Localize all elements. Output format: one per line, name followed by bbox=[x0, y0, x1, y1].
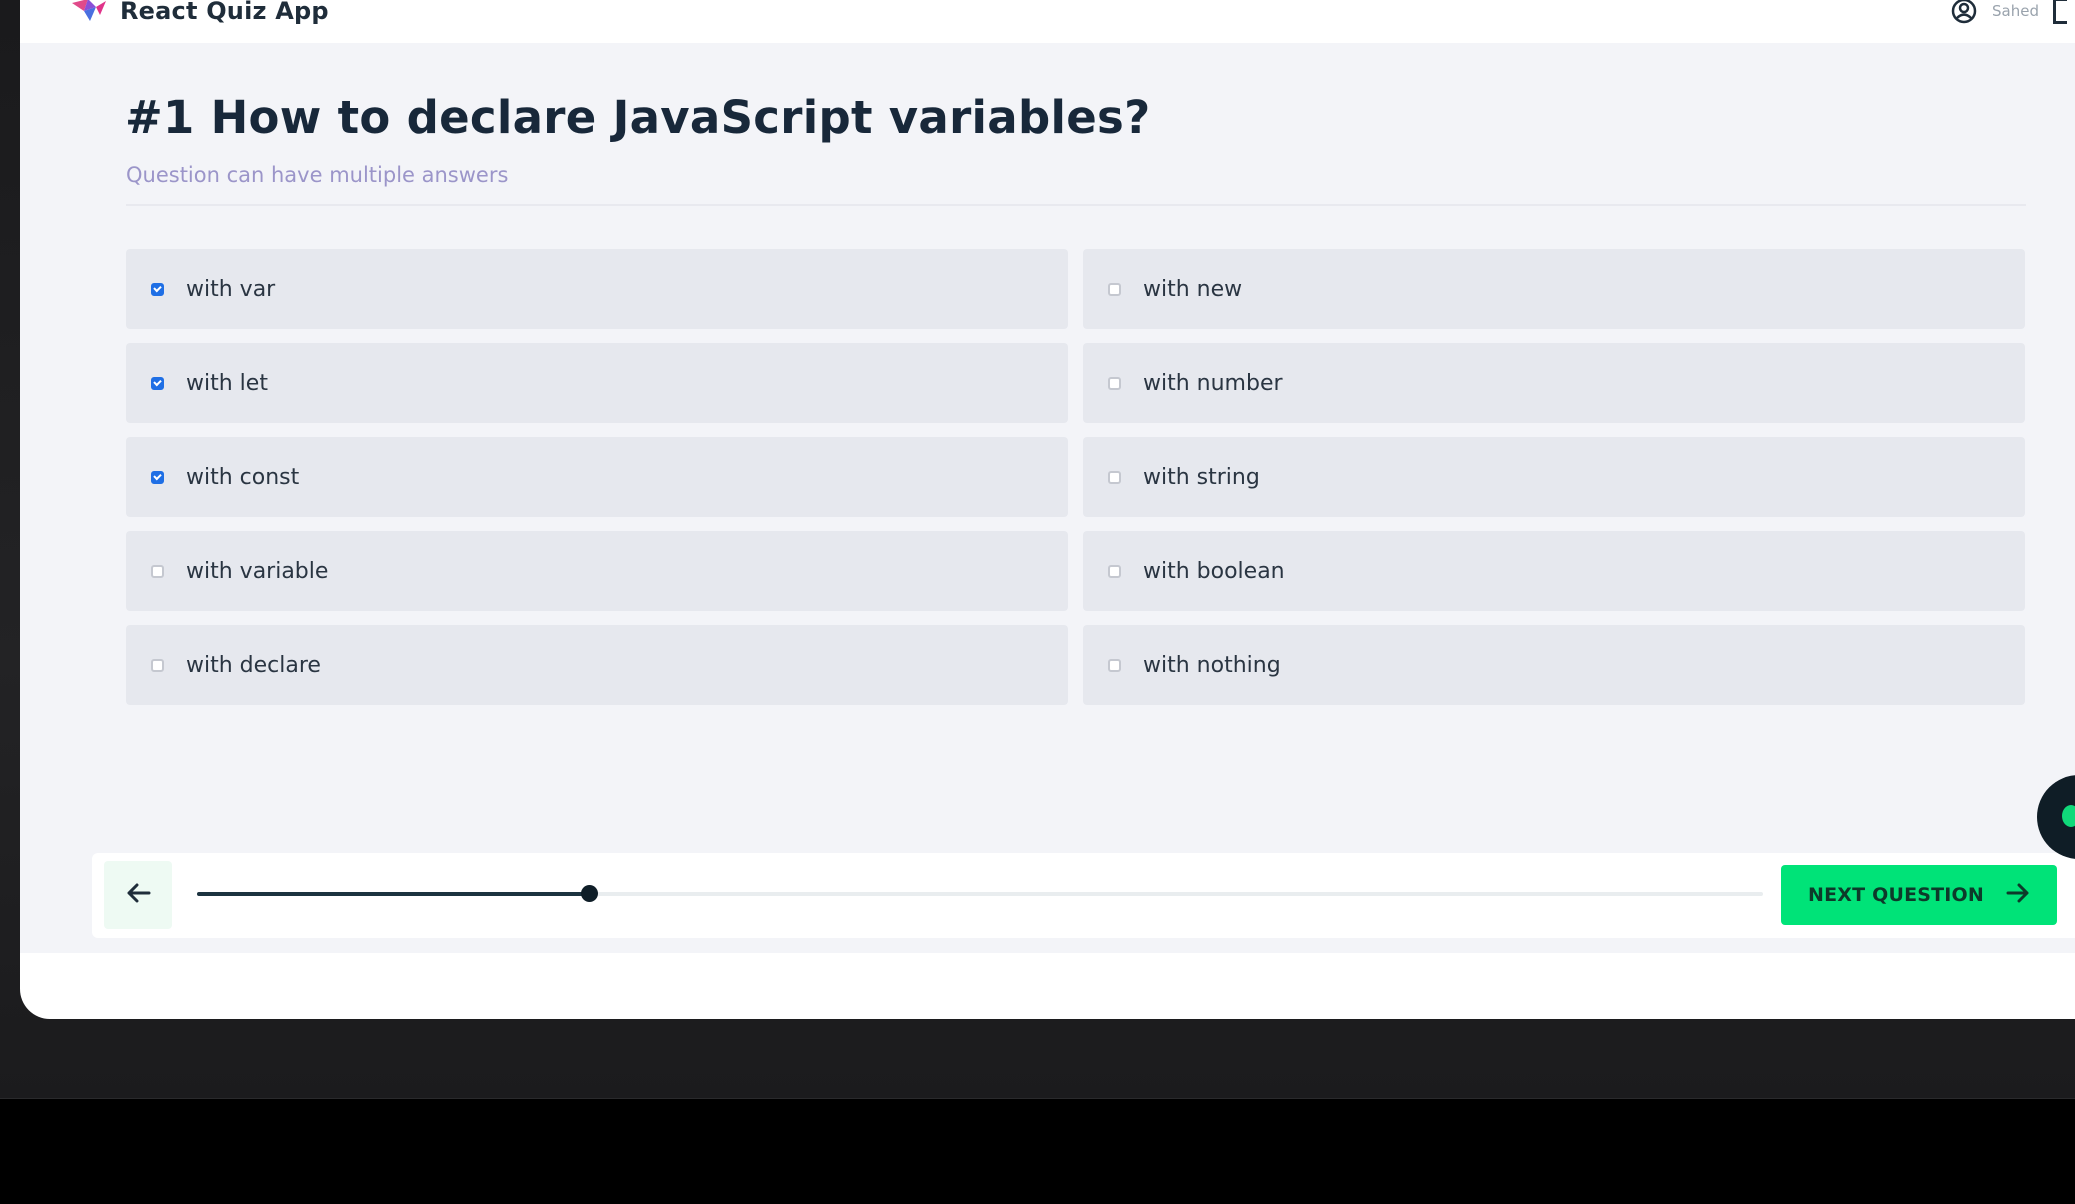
answer-checkbox[interactable] bbox=[151, 564, 164, 578]
answer-option[interactable]: with declare bbox=[126, 625, 1068, 705]
answers-grid: with var with new with let with number w… bbox=[126, 249, 2028, 705]
quiz-logo-icon bbox=[70, 0, 110, 23]
answer-label: with const bbox=[186, 464, 300, 490]
answer-checkbox[interactable] bbox=[151, 658, 164, 672]
app-title: React Quiz App bbox=[120, 0, 329, 25]
quiz-content: #1 How to declare JavaScript variables? … bbox=[20, 43, 2075, 953]
answer-checkbox[interactable] bbox=[1108, 376, 1121, 390]
quiz-footer: NEXT QUESTION bbox=[92, 853, 2075, 938]
answer-option[interactable]: with let bbox=[126, 343, 1068, 423]
progress-handle[interactable] bbox=[580, 885, 598, 902]
progress-fill bbox=[197, 892, 589, 896]
back-button[interactable] bbox=[104, 861, 172, 929]
answer-option[interactable]: with const bbox=[126, 437, 1068, 517]
answer-checkbox[interactable] bbox=[151, 282, 164, 296]
answer-checkbox[interactable] bbox=[151, 376, 164, 390]
screen-bottom-bar bbox=[0, 1098, 2075, 1204]
answer-label: with declare bbox=[186, 652, 321, 678]
answer-label: with number bbox=[1143, 370, 1283, 396]
progress-bar bbox=[197, 885, 1763, 902]
answer-label: with new bbox=[1143, 276, 1243, 302]
question-title: #1 How to declare JavaScript variables? bbox=[125, 91, 1151, 144]
answer-checkbox[interactable] bbox=[1108, 470, 1121, 484]
user-circle-icon bbox=[1950, 0, 1978, 25]
answer-option[interactable]: with new bbox=[1083, 249, 2025, 329]
divider bbox=[126, 204, 2026, 206]
question-subtitle: Question can have multiple answers bbox=[126, 163, 509, 187]
answer-label: with variable bbox=[186, 558, 329, 584]
answer-checkbox[interactable] bbox=[1108, 658, 1121, 672]
answer-label: with boolean bbox=[1143, 558, 1285, 584]
answer-option[interactable]: with nothing bbox=[1083, 625, 2025, 705]
answer-checkbox[interactable] bbox=[1108, 282, 1121, 296]
app-window: React Quiz App Sahed #1 How to declare J… bbox=[20, 0, 2075, 1019]
logout-icon[interactable] bbox=[2052, 0, 2067, 24]
app-header: React Quiz App Sahed bbox=[20, 0, 2075, 43]
answer-checkbox[interactable] bbox=[1108, 564, 1121, 578]
answer-option[interactable]: with variable bbox=[126, 531, 1068, 611]
username: Sahed bbox=[1992, 2, 2039, 20]
answer-option[interactable]: with var bbox=[126, 249, 1068, 329]
answer-label: with nothing bbox=[1143, 652, 1281, 678]
fab-indicator-icon bbox=[2062, 805, 2075, 827]
next-question-button[interactable]: NEXT QUESTION bbox=[1781, 865, 2057, 925]
arrow-left-icon bbox=[125, 882, 151, 908]
answer-option[interactable]: with boolean bbox=[1083, 531, 2025, 611]
answer-label: with var bbox=[186, 276, 276, 302]
next-question-label: NEXT QUESTION bbox=[1807, 884, 1985, 906]
answer-label: with string bbox=[1143, 464, 1260, 490]
answer-label: with let bbox=[186, 370, 268, 396]
user-menu[interactable]: Sahed bbox=[1950, 0, 2067, 25]
answer-checkbox[interactable] bbox=[151, 470, 164, 484]
answer-option[interactable]: with number bbox=[1083, 343, 2025, 423]
arrow-right-icon bbox=[2006, 882, 2030, 908]
answer-option[interactable]: with string bbox=[1083, 437, 2025, 517]
